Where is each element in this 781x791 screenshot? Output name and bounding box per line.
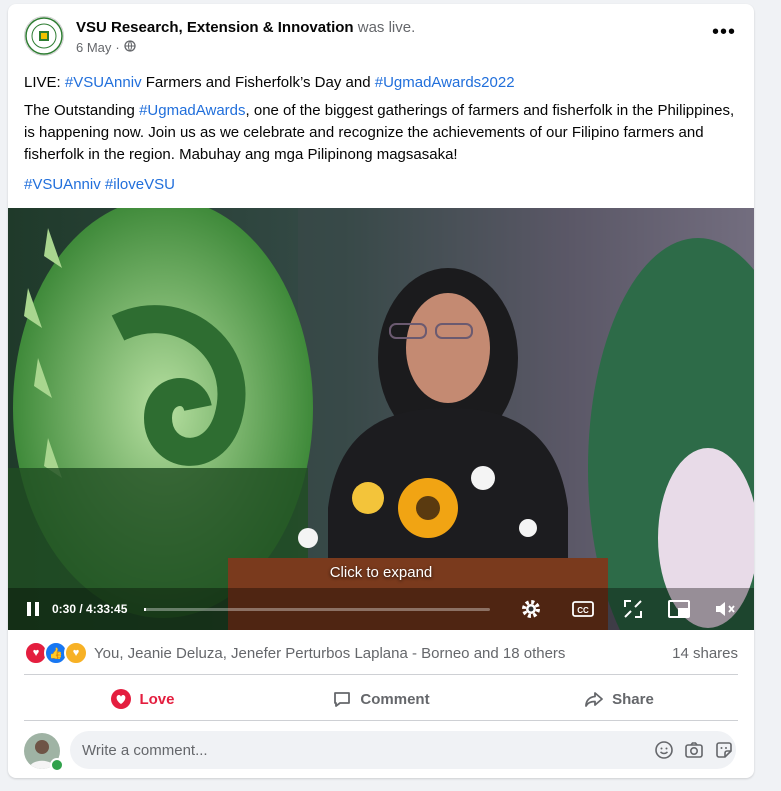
post-card: VSU Research, Extension & Innovation was… bbox=[8, 4, 754, 778]
hashtag-link[interactable]: #VSUAnniv bbox=[24, 176, 101, 193]
divider bbox=[24, 674, 738, 675]
love-button[interactable]: Love bbox=[24, 679, 262, 719]
body-start: The Outstanding bbox=[24, 102, 140, 119]
meta-separator: · bbox=[115, 40, 120, 55]
camera-icon[interactable] bbox=[684, 740, 704, 760]
shares-count[interactable]: 14 shares bbox=[672, 645, 738, 662]
page-name-link[interactable]: VSU Research, Extension & Innovation bbox=[76, 19, 354, 36]
progress-fill bbox=[144, 608, 146, 611]
hashtag-link[interactable]: #VSUAnniv bbox=[65, 74, 142, 91]
more-options-icon[interactable]: ••• bbox=[712, 22, 736, 42]
share-label: Share bbox=[612, 690, 654, 708]
post-body: The Outstanding #UgmadAwards, one of the… bbox=[24, 100, 738, 166]
share-button[interactable]: Share bbox=[500, 679, 738, 719]
hashtag-link[interactable]: #UgmadAwards bbox=[139, 102, 245, 119]
emoji-icon[interactable] bbox=[654, 740, 674, 760]
comment-icon bbox=[334, 692, 351, 707]
comment-input[interactable] bbox=[70, 731, 570, 769]
click-to-expand[interactable]: Click to expand bbox=[8, 564, 754, 581]
video-time: 0:30 / 4:33:45 bbox=[52, 602, 128, 616]
reactions-summary: ♥ 👍 ♥ You, Jeanie Deluza, Jenefer Pertur… bbox=[24, 638, 738, 668]
video-controls: 0:30 / 4:33:45 CC bbox=[8, 588, 754, 630]
heart-icon bbox=[111, 689, 132, 709]
online-status-dot bbox=[50, 758, 64, 772]
post-actions: Love Comment Share bbox=[24, 679, 738, 719]
globe-icon bbox=[124, 40, 136, 55]
reaction-icons[interactable]: ♥ 👍 ♥ bbox=[24, 641, 88, 665]
post-live-line: LIVE: #VSUAnniv Farmers and Fisherfolk’s… bbox=[24, 72, 738, 94]
comment-composer bbox=[70, 731, 736, 769]
fullscreen-icon[interactable] bbox=[620, 596, 646, 622]
comment-label: Comment bbox=[360, 690, 430, 708]
picture-in-picture-icon[interactable] bbox=[666, 596, 692, 622]
video-player[interactable]: Click to expand 0:30 / 4:33:45 CC bbox=[8, 208, 754, 630]
settings-gear-icon[interactable] bbox=[518, 596, 544, 622]
live-middle: Farmers and Fisherfolk’s Day and bbox=[141, 74, 375, 91]
sticker-icon[interactable] bbox=[714, 740, 734, 760]
love-label: Love bbox=[139, 690, 175, 708]
divider bbox=[24, 720, 738, 721]
live-prefix: LIVE: bbox=[24, 74, 65, 91]
post-hashtags: #VSUAnniv #iloveVSU bbox=[24, 174, 738, 196]
comment-button[interactable]: Comment bbox=[262, 679, 500, 719]
reaction-names[interactable]: You, Jeanie Deluza, Jenefer Perturbos La… bbox=[94, 645, 565, 662]
post-date[interactable]: 6 May bbox=[76, 40, 111, 55]
progress-bar[interactable] bbox=[144, 608, 490, 611]
svg-text:CC: CC bbox=[577, 606, 589, 615]
post-author: VSU Research, Extension & Innovation was… bbox=[76, 19, 415, 36]
pause-icon[interactable] bbox=[20, 596, 46, 622]
post-meta: 6 May · bbox=[76, 40, 136, 55]
hashtag-link[interactable]: #UgmadAwards2022 bbox=[375, 74, 515, 91]
hashtag-link[interactable]: #iloveVSU bbox=[105, 176, 175, 193]
captions-icon[interactable]: CC bbox=[570, 596, 596, 622]
page-avatar[interactable] bbox=[24, 16, 64, 56]
care-reaction-icon: ♥ bbox=[64, 641, 88, 665]
share-icon bbox=[585, 692, 604, 707]
muted-speaker-icon[interactable] bbox=[712, 596, 738, 622]
live-status: was live. bbox=[357, 19, 416, 36]
